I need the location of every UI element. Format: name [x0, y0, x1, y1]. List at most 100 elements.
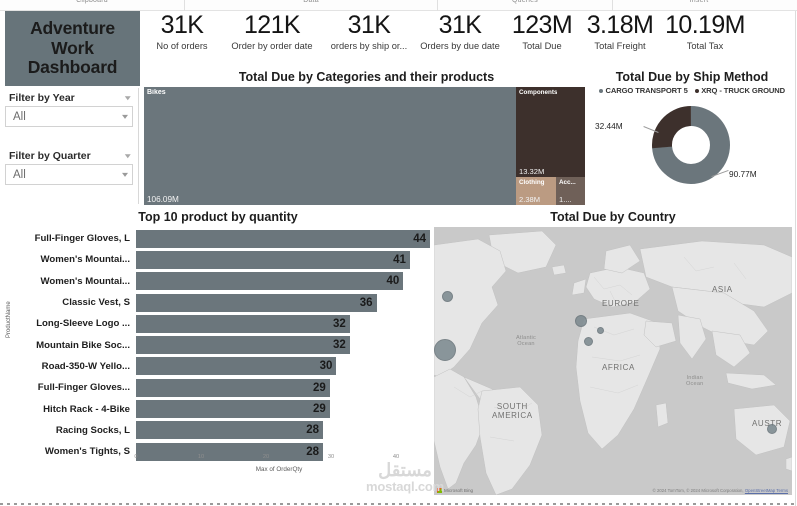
bar-fill[interactable]: 29: [136, 400, 330, 419]
bar-category-label: Full-Finger Gloves, L: [34, 233, 130, 245]
map-bubble-germany[interactable]: [597, 327, 604, 334]
slicer-label-year: Filter by Year: [9, 92, 75, 104]
bar-fill[interactable]: 41: [136, 250, 410, 269]
chevron-down-icon[interactable]: ▾: [126, 94, 131, 102]
treemap-tile-components[interactable]: Components 13.32M: [516, 87, 585, 177]
slicer-value-quarter: All: [13, 168, 26, 181]
chevron-down-icon[interactable]: ▾: [122, 112, 128, 121]
treemap-tile-name: Clothing: [519, 179, 545, 186]
kpi-label: Orders by due date: [420, 41, 500, 52]
donut-svg[interactable]: [641, 98, 741, 193]
bar-chart-row[interactable]: Hitch Rack - 4-Bike 29: [14, 398, 430, 419]
bar-fill[interactable]: 32: [136, 314, 350, 333]
legend-label: XRQ - TRUCK GROUND: [701, 86, 786, 95]
kpi-value: 121K: [244, 11, 301, 39]
treemap-tile-bikes[interactable]: Bikes 106.09M: [144, 87, 516, 205]
map-attribution-links[interactable]: OpenStreetMap Terms: [745, 488, 788, 493]
bar-track: 29: [136, 400, 430, 419]
bar-chart-bars[interactable]: Full-Finger Gloves, L 44 Women's Mountai..…: [14, 228, 430, 462]
slicer-header-quarter: Filter by Quarter ▾: [5, 150, 133, 164]
bar-value-label: 29: [312, 403, 326, 416]
treemap-chart[interactable]: Bikes 106.09M Components 13.32M Clothing…: [144, 87, 585, 205]
legend-item-xrq-truck-ground[interactable]: XRQ - TRUCK GROUND: [694, 86, 786, 95]
map-label-indian-ocean: Indian Ocean: [686, 375, 704, 388]
map-label-asia: ASIA: [712, 285, 733, 294]
bar-fill[interactable]: 36: [136, 293, 377, 312]
bar-chart-row[interactable]: Long-Sleeve Logo ... 32: [14, 313, 430, 334]
bar-track: 41: [136, 250, 430, 269]
treemap-tile-name: Acc...: [559, 179, 576, 186]
ribbon-group-queries[interactable]: Queries: [438, 0, 613, 11]
legend-item-cargo-transport-5[interactable]: CARGO TRANSPORT 5: [598, 86, 688, 95]
map-label-europe: EUROPE: [602, 299, 640, 308]
bar-chart-row[interactable]: Racing Socks, L 28: [14, 420, 430, 441]
bar-value-label: 32: [333, 339, 346, 352]
ribbon-group-clipboard[interactable]: Clipboard: [0, 0, 185, 11]
map-label-atlantic-ocean: Atlantic Ocean: [516, 335, 536, 348]
bar-fill[interactable]: 32: [136, 336, 350, 355]
page-title-line-1: Adventure: [30, 18, 115, 39]
legend-swatch-icon: [598, 88, 603, 93]
kpi-card-order-by-order-date[interactable]: 121K Order by order date: [220, 11, 324, 52]
treemap-title: Total Due by Categories and their produc…: [238, 70, 495, 84]
treemap-tile-name: Components: [519, 89, 558, 96]
kpi-value: 10.19M: [665, 11, 745, 39]
bar-chart-row[interactable]: Full-Finger Gloves... 29: [14, 377, 430, 398]
ribbon-group-label: Data: [303, 0, 319, 4]
microsoft-bing-logo-icon: [437, 488, 442, 493]
bar-value-label: 36: [359, 296, 373, 309]
chevron-down-icon[interactable]: ▾: [126, 152, 131, 160]
slicer-label-quarter: Filter by Quarter: [9, 150, 91, 162]
kpi-card-orders-by-due-date[interactable]: 31K Orders by due date: [414, 11, 506, 52]
kpi-card-total-due[interactable]: 123M Total Due: [506, 12, 578, 52]
map-bubble-australia[interactable]: [767, 424, 777, 434]
map-bubble-united-states[interactable]: [434, 339, 456, 361]
map-attribution-text: © 2024 TomTom, © 2024 Microsoft Corporat…: [652, 488, 744, 493]
treemap-tile-clothing[interactable]: Clothing 2.38M: [516, 177, 556, 205]
ribbon-group-insert[interactable]: Insert: [613, 0, 785, 11]
kpi-value: 31K: [438, 11, 482, 39]
donut-title: Total Due by Ship Method: [615, 70, 769, 84]
slicer-filter-by-quarter[interactable]: Filter by Quarter ▾ All ▾: [5, 150, 133, 185]
slicer-dropdown-quarter[interactable]: All ▾: [5, 164, 133, 185]
donut-label-xrq: 32.44M: [595, 121, 623, 131]
bar-chart-row[interactable]: Mountain Bike Soc... 32: [14, 334, 430, 355]
ribbon-group-data[interactable]: Data: [185, 0, 438, 11]
bar-category-label: Mountain Bike Soc...: [36, 339, 130, 351]
slicer-dropdown-year[interactable]: All ▾: [5, 106, 133, 127]
bar-fill[interactable]: 28: [136, 421, 324, 440]
treemap-tile-value: 1....: [559, 195, 572, 204]
map-bubble-france[interactable]: [584, 337, 593, 346]
treemap-tile-accessories[interactable]: Acc... 1....: [556, 177, 585, 205]
bar-category-label: Long-Sleeve Logo ...: [36, 318, 130, 330]
kpi-value: 31K: [347, 11, 391, 39]
bar-fill[interactable]: 44: [136, 229, 430, 248]
kpi-card-orders-by-ship-date[interactable]: 31K orders by ship or...: [324, 11, 414, 52]
donut-plot-area[interactable]: 32.44M 90.77M: [589, 95, 795, 195]
bar-chart-row[interactable]: Full-Finger Gloves, L 44: [14, 228, 430, 249]
treemap-right-column: Components 13.32M Clothing 2.38M Acc... …: [516, 87, 585, 205]
bar-chart-row[interactable]: Road-350-W Yello... 30: [14, 356, 430, 377]
bar-fill[interactable]: 30: [136, 357, 337, 376]
bar-fill[interactable]: 40: [136, 272, 404, 291]
bar-chart-row[interactable]: Classic Vest, S 36: [14, 292, 430, 313]
bar-value-label: 44: [413, 232, 426, 245]
ribbon-group-label: Queries: [512, 0, 538, 4]
slicer-filter-by-year[interactable]: Filter by Year ▾ All ▾: [5, 92, 133, 127]
kpi-card-total-freight[interactable]: 3.18M Total Freight: [578, 12, 662, 52]
bar-value-label: 30: [319, 360, 333, 373]
kpi-card-no-of-orders[interactable]: 31K No of orders: [144, 12, 220, 52]
kpi-card-row: 31K No of orders 121K Order by order dat…: [144, 12, 794, 67]
map-chart[interactable]: EUROPE ASIA AFRICA SOUTH AMERICA AUSTR At…: [434, 227, 792, 495]
bar-fill[interactable]: 29: [136, 378, 330, 397]
chevron-down-icon[interactable]: ▾: [122, 170, 128, 179]
map-bubble-canada[interactable]: [442, 291, 453, 302]
kpi-label: orders by ship or...: [330, 41, 408, 52]
kpi-card-total-tax[interactable]: 10.19M Total Tax: [662, 11, 748, 52]
bar-chart-row[interactable]: Women's Mountai... 41: [14, 249, 430, 270]
map-bubble-united-kingdom[interactable]: [575, 315, 587, 327]
bar-chart-row[interactable]: Women's Mountai... 40: [14, 271, 430, 292]
bar-category-label: Full-Finger Gloves...: [37, 382, 130, 394]
bar-track: 29: [136, 378, 430, 397]
bar-track: 40: [136, 272, 430, 291]
